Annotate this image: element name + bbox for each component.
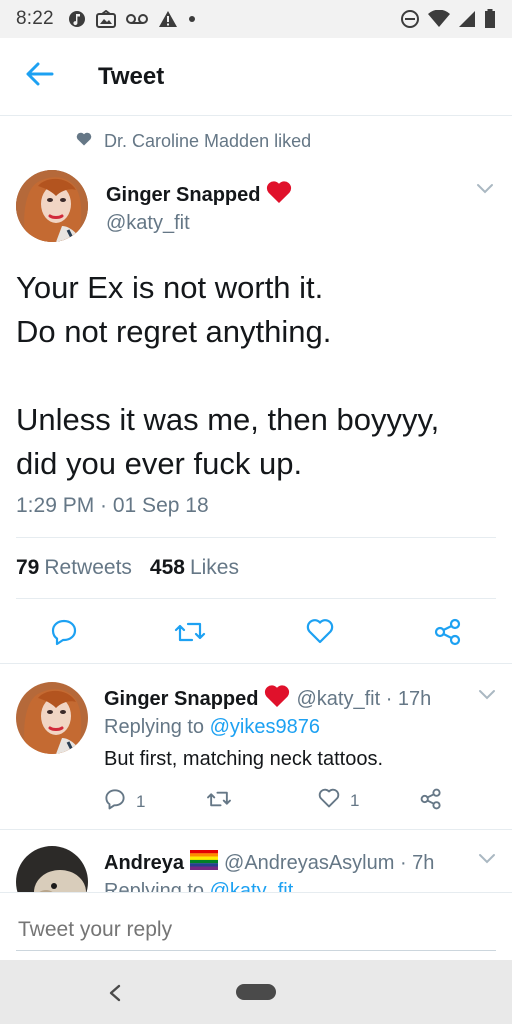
share-button[interactable] — [420, 788, 442, 815]
handle-time: @katy_fit · 17h — [296, 687, 432, 710]
image-icon — [95, 10, 116, 28]
reply-button[interactable] — [50, 618, 78, 651]
tweet-line: Do not regret anything. — [16, 314, 332, 349]
reply-icon — [104, 788, 126, 815]
chevron-down-icon[interactable] — [478, 852, 496, 870]
author-name: Andreya — [104, 851, 185, 874]
app-header: Tweet — [0, 38, 512, 116]
reply-input[interactable] — [16, 909, 496, 951]
retweets-label: Retweets — [44, 556, 132, 579]
replying-to-link[interactable]: @yikes9876 — [210, 716, 320, 738]
avatar[interactable] — [16, 682, 88, 754]
tweet-line: Your Ex is not worth it. — [16, 270, 324, 305]
liked-by-row[interactable]: Dr. Caroline Madden liked — [0, 128, 512, 158]
like-count: 1 — [350, 790, 360, 810]
back-arrow-icon — [26, 62, 54, 91]
likes-count: 458 — [149, 556, 185, 579]
liked-by-text: Dr. Caroline Madden liked — [104, 131, 312, 151]
wifi-icon — [428, 10, 450, 28]
nav-back-button[interactable] — [100, 978, 130, 1008]
divider — [0, 829, 512, 830]
tweet-line: did you ever fuck up. — [16, 446, 303, 481]
chevron-down-icon[interactable] — [478, 688, 496, 706]
retweet-button[interactable] — [174, 618, 206, 651]
tweet-stats: 79 Retweets 458 Likes — [16, 556, 239, 580]
retweet-icon — [206, 788, 232, 815]
reply-tweet-header[interactable]: Ginger Snapped @katy_fit · 17h — [104, 684, 431, 714]
reply-button[interactable]: 1 — [104, 788, 145, 815]
replying-prefix: Replying to — [104, 716, 205, 738]
status-bar: 8:22 — [0, 0, 512, 38]
author-name: Ginger Snapped — [106, 183, 261, 206]
divider — [16, 598, 496, 599]
likes-label: Likes — [189, 556, 239, 579]
share-icon — [420, 788, 442, 815]
warning-icon — [158, 10, 178, 28]
back-button[interactable] — [10, 47, 70, 107]
divider — [0, 663, 512, 664]
avatar[interactable] — [16, 170, 88, 242]
tweet-text: Your Ex is not worth it. Do not regret a… — [16, 266, 496, 486]
replying-to: Replying to @yikes9876 — [104, 716, 320, 739]
voicemail-icon — [125, 13, 148, 25]
author-name: Ginger Snapped — [104, 687, 259, 710]
dot-icon — [188, 15, 196, 23]
divider — [16, 537, 496, 538]
tweet-line — [16, 354, 496, 398]
author-name-row[interactable]: Ginger Snapped — [106, 180, 292, 210]
main-tweet-actions — [0, 610, 512, 656]
likes-stat[interactable]: 458 Likes — [150, 556, 239, 580]
tweet-line: Unless it was me, then boyyyy, — [16, 402, 440, 437]
do-not-disturb-icon — [400, 9, 420, 29]
red-heart-icon — [264, 684, 290, 714]
rainbow-flag-icon — [190, 850, 219, 876]
retweets-stat[interactable]: 79 Retweets — [16, 556, 132, 580]
third-tweet-header[interactable]: Andreya @AndreyasAsylum · 7h — [104, 850, 434, 876]
author-handle[interactable]: @katy_fit — [106, 212, 190, 235]
share-button[interactable] — [434, 618, 462, 651]
heart-outline-icon — [318, 788, 340, 813]
reply-count: 1 — [136, 791, 146, 811]
heart-outline-icon — [306, 618, 334, 649]
retweets-count: 79 — [16, 556, 40, 579]
heart-icon — [76, 132, 92, 151]
navigation-bar — [0, 960, 512, 1024]
tweet-timestamp: 1:29 PM · 01 Sep 18 — [16, 494, 209, 517]
music-note-icon — [68, 10, 86, 28]
nav-home-pill[interactable] — [236, 984, 276, 1000]
like-button[interactable] — [306, 618, 334, 649]
chevron-down-icon[interactable] — [476, 182, 494, 200]
reply-text: But first, matching neck tattoos. — [104, 748, 384, 770]
status-time: 8:22 — [16, 8, 54, 29]
retweet-icon — [174, 618, 206, 651]
reply-composer — [0, 892, 512, 960]
red-heart-icon — [266, 180, 292, 210]
share-icon — [434, 618, 462, 651]
battery-icon — [484, 9, 496, 29]
signal-icon — [458, 10, 476, 28]
like-button[interactable]: 1 — [318, 788, 359, 813]
retweet-button[interactable] — [206, 788, 232, 815]
page-title: Tweet — [98, 62, 165, 90]
reply-icon — [50, 618, 78, 651]
handle-time: @AndreyasAsylum · 7h — [224, 851, 435, 874]
